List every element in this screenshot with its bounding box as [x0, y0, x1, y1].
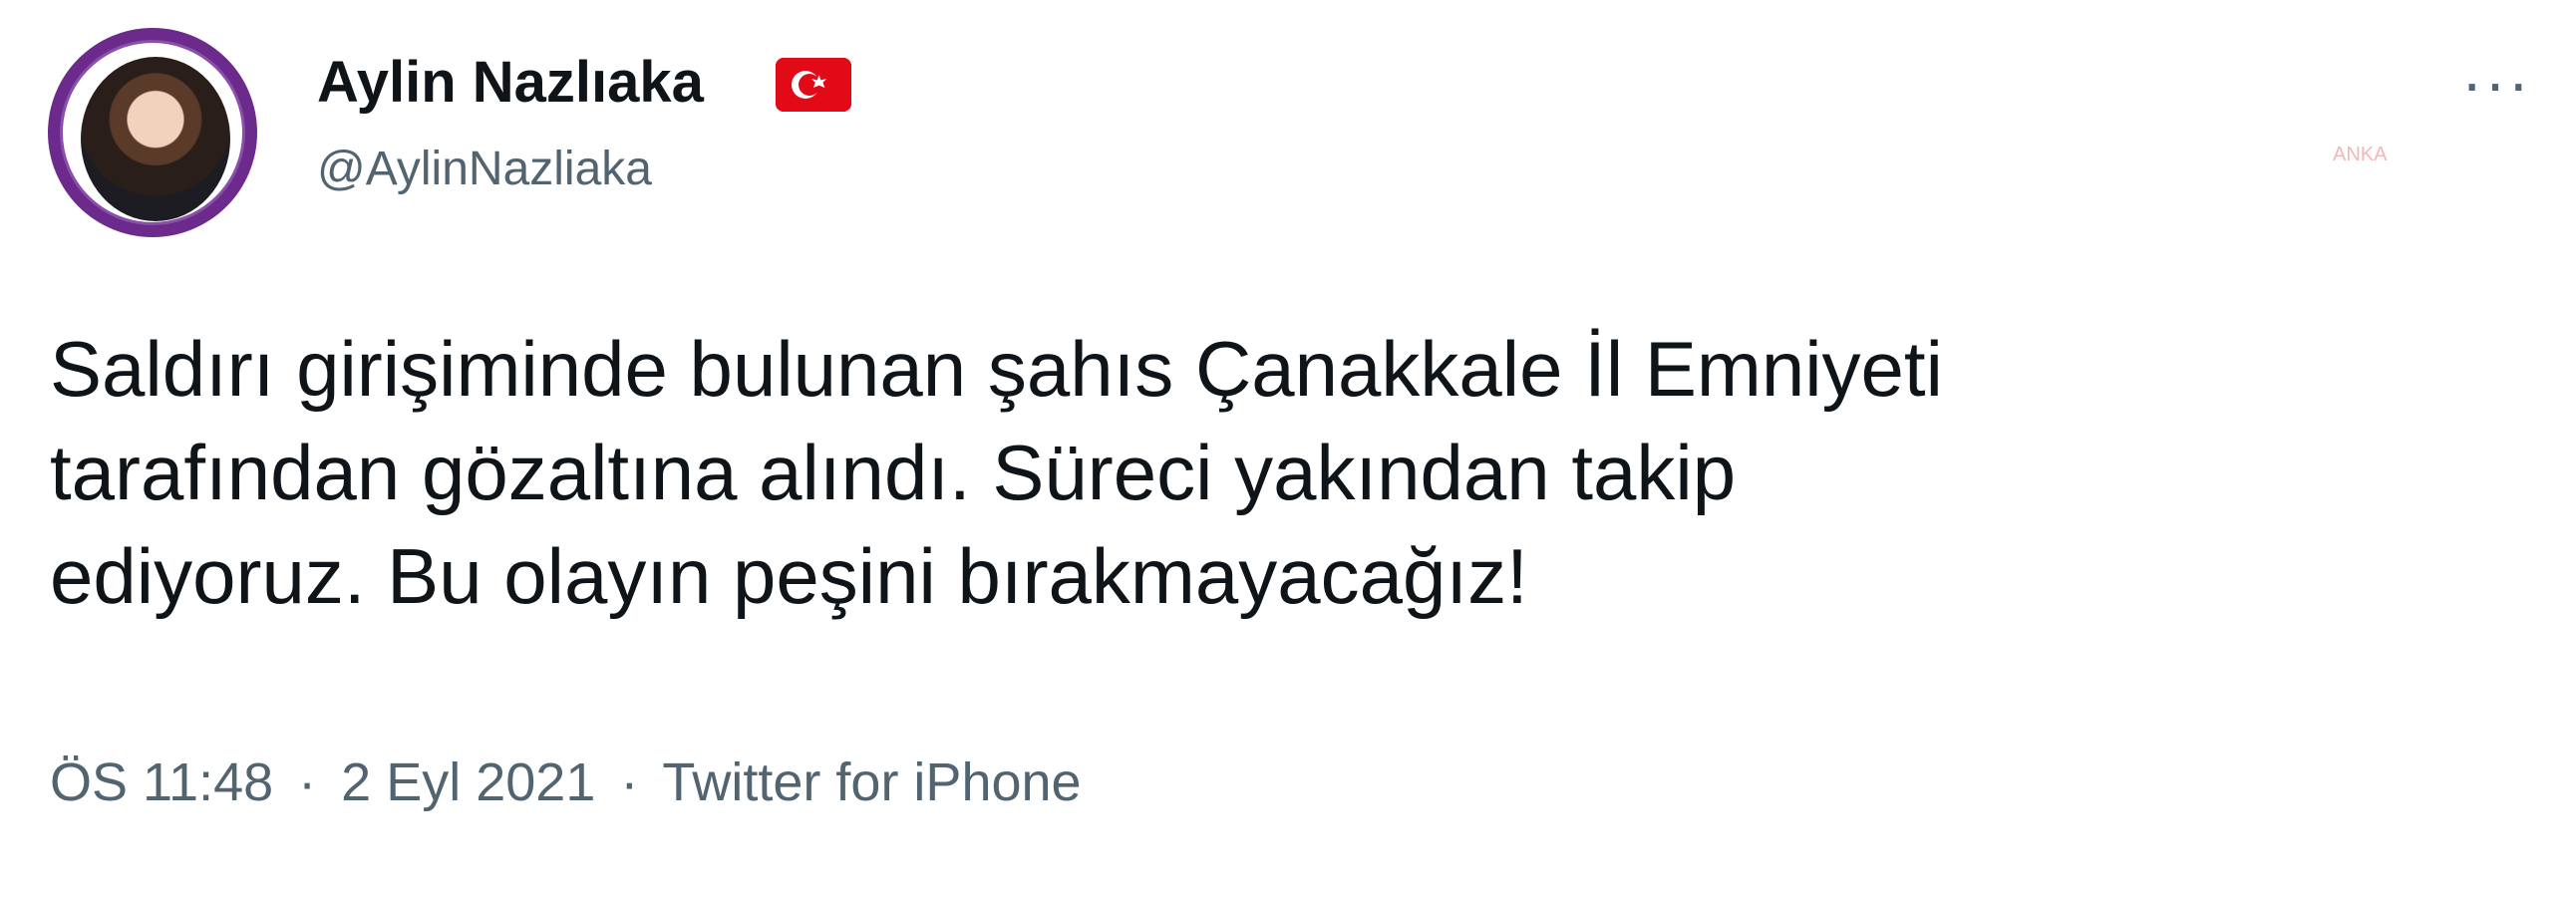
turkey-flag-graphic — [776, 58, 851, 112]
more-options-icon[interactable]: ··· — [2456, 51, 2536, 115]
watermark-logo: ANKA — [2333, 144, 2388, 165]
tweet-source-link[interactable]: Twitter for iPhone — [662, 752, 1081, 812]
avatar[interactable] — [48, 28, 257, 237]
avatar-photo — [81, 57, 230, 221]
tweet-date-link[interactable]: 2 Eyl 2021 — [341, 752, 595, 812]
tweet-text-line: ediyoruz. Bu olayın peşini bırakmayacağı… — [50, 532, 1528, 620]
tweet-time-link[interactable]: ÖS 11:48 — [50, 752, 273, 812]
meta-separator: · — [620, 752, 639, 812]
tweet-text: Saldırı girişiminde bulunan şahıs Çanakk… — [50, 317, 2522, 628]
tweet-text-line: Saldırı girişiminde bulunan şahıs Çanakk… — [50, 325, 1943, 413]
author-name[interactable]: Aylin Nazlıaka — [317, 48, 704, 118]
tweet-card: Aylin Nazlıaka @AylinNazliaka ··· ANKA S… — [0, 0, 2576, 897]
tweet-text-line: tarafından gözaltına alındı. Süreci yakı… — [50, 429, 1737, 516]
turkey-flag-icon — [776, 58, 851, 112]
meta-separator: · — [298, 752, 317, 812]
avatar-ring — [60, 40, 245, 225]
author-handle[interactable]: @AylinNazliaka — [317, 140, 652, 199]
tweet-meta: ÖS 11:48 · 2 Eyl 2021 · Twitter for iPho… — [50, 749, 1082, 815]
